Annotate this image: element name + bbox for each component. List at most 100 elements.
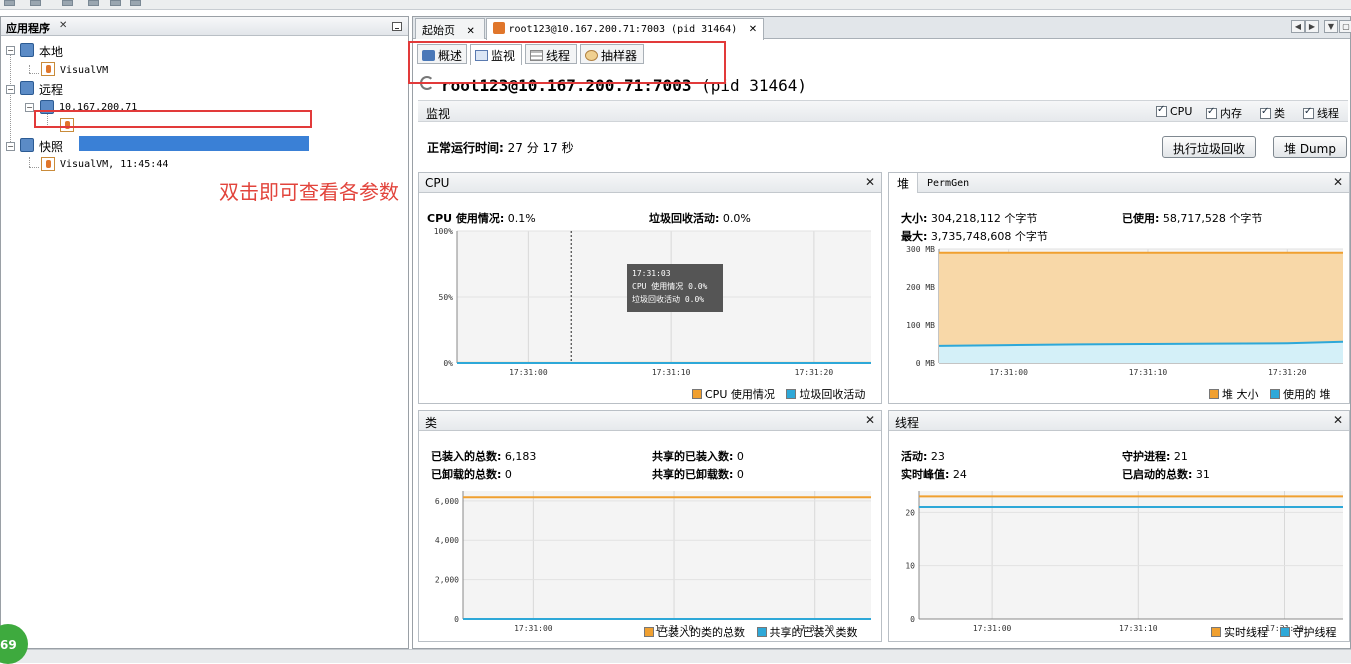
tree-item-local[interactable]: 本地 <box>39 43 63 60</box>
snapshot-icon[interactable] <box>130 0 141 6</box>
classes-checkbox[interactable]: 类 <box>1260 105 1285 121</box>
x-tick-label: 17:31:20 <box>1268 368 1307 377</box>
cpu-checkbox-label: CPU <box>1170 105 1192 118</box>
remote-hosts-icon <box>20 81 34 95</box>
cpu-usage-value: 0.1% <box>508 212 536 225</box>
open-icon[interactable] <box>4 0 15 6</box>
heap-max-value: 3,735,748,608 个字节 <box>931 230 1048 243</box>
legend-swatch <box>644 627 654 637</box>
tab-list-icon[interactable]: ▼ <box>1324 20 1338 33</box>
tab-remote-process-label: root123@10.167.200.71:7003 (pid 31464) <box>509 24 738 35</box>
checkbox-icon <box>1156 106 1167 117</box>
tab-start-page[interactable]: 起始页 ✕ <box>415 18 485 39</box>
cpu-panel-header: CPU ✕ <box>419 173 881 193</box>
heap-size-value: 304,218,112 个字节 <box>931 212 1037 225</box>
core-dump-icon[interactable] <box>110 0 121 6</box>
heap-max-label: 最大: <box>901 230 927 243</box>
threads-peak-stat: 实时峰值: 24 <box>901 466 967 482</box>
classes-unloaded-value: 0 <box>505 468 512 481</box>
x-tick-label: 17:31:00 <box>514 624 553 633</box>
applications-header: 应用程序 ✕ <box>1 17 408 36</box>
minimize-icon[interactable] <box>392 22 402 31</box>
classes-shared-loaded-value: 0 <box>737 450 744 463</box>
classes-checkbox-label: 类 <box>1274 107 1285 120</box>
threads-legend: 实时线程 守护线程 <box>1211 624 1337 640</box>
x-tick-label: 17:31:00 <box>973 624 1012 633</box>
heap-size-stat: 大小: 304,218,112 个字节 <box>901 210 1037 226</box>
y-tick-label: 20 <box>905 508 915 517</box>
save-icon[interactable] <box>30 0 41 6</box>
memory-checkbox[interactable]: 内存 <box>1206 105 1242 121</box>
y-tick-label: 6,000 <box>435 497 459 506</box>
collapse-snapshots-toggle[interactable]: − <box>6 142 15 151</box>
heap-size-label: 大小: <box>901 212 927 225</box>
cpu-panel-title: CPU <box>425 176 449 190</box>
close-icon[interactable]: ✕ <box>865 175 875 189</box>
tab-permgen[interactable]: PermGen <box>927 178 969 189</box>
heap-chart[interactable]: 17:31:0017:31:1017:31:20300 MB200 MB100 … <box>939 249 1343 363</box>
threads-daemon-value: 21 <box>1174 450 1188 463</box>
tree-item-snapshots[interactable]: 快照 <box>39 138 63 155</box>
classes-unloaded-stat: 已卸载的总数: 0 <box>431 466 512 482</box>
collapse-remote-toggle[interactable]: − <box>6 85 15 94</box>
legend-swatch <box>786 389 796 399</box>
add-host-icon[interactable] <box>62 0 73 6</box>
legend-daemon-threads: 守护线程 <box>1293 626 1337 639</box>
tab-heap[interactable]: 堆 <box>889 173 918 193</box>
threads-checkbox-label: 线程 <box>1317 107 1339 120</box>
heap-max-stat: 最大: 3,735,748,608 个字节 <box>901 228 1048 244</box>
legend-cpu: CPU 使用情况 <box>705 388 775 401</box>
close-icon[interactable]: ✕ <box>467 26 475 37</box>
collapse-host-toggle[interactable]: − <box>25 103 34 112</box>
x-tick-label: 17:31:10 <box>652 368 691 377</box>
threads-checkbox[interactable]: 线程 <box>1303 105 1339 121</box>
classes-chart[interactable]: 17:31:0017:31:1017:31:206,0004,0002,0000 <box>463 491 871 619</box>
classes-panel: 类 ✕ 已装入的总数: 6,183 共享的已装入数: 0 已卸载的总数: 0 共… <box>418 410 882 642</box>
uptime-label: 正常运行时间: <box>427 141 504 155</box>
close-icon[interactable]: ✕ <box>749 24 757 35</box>
threads-started-label: 已启动的总数: <box>1122 468 1192 481</box>
legend-heap-used: 使用的 堆 <box>1283 388 1331 401</box>
threads-live-value: 23 <box>931 450 945 463</box>
perform-gc-button[interactable]: 执行垃圾回收 <box>1162 136 1256 158</box>
tree-item-remote[interactable]: 远程 <box>39 81 63 98</box>
tree-item-visualvm[interactable]: VisualVM <box>60 65 108 76</box>
tooltip-gc: 垃圾回收活动 0.0% <box>632 293 718 306</box>
scroll-right-icon[interactable]: ▶ <box>1305 20 1319 33</box>
cpu-legend: CPU 使用情况 垃圾回收活动 <box>692 386 865 402</box>
close-icon[interactable]: ✕ <box>865 413 875 427</box>
threads-chart[interactable]: 17:31:0017:31:1017:31:2020100 <box>919 491 1343 619</box>
tree-item-snapshot[interactable]: VisualVM, 11:45:44 <box>60 159 168 170</box>
main-toolbar <box>0 0 1351 10</box>
y-tick-label: 0% <box>443 359 453 368</box>
close-icon[interactable]: ✕ <box>59 20 67 31</box>
status-bar <box>0 649 1351 663</box>
gc-activity-stat: 垃圾回收活动: 0.0% <box>649 210 751 226</box>
heap-legend: 堆 大小 使用的 堆 <box>1209 386 1331 402</box>
threads-started-stat: 已启动的总数: 31 <box>1122 466 1210 482</box>
y-tick-label: 200 MB <box>906 283 935 292</box>
y-tick-label: 100% <box>434 227 453 236</box>
maximize-icon[interactable]: ▢ <box>1339 20 1351 33</box>
tree-item-remote-process[interactable] <box>79 136 309 151</box>
annotation-text: 双击即可查看各参数 <box>219 176 399 205</box>
close-icon[interactable]: ✕ <box>1333 413 1343 427</box>
collapse-local-toggle[interactable]: − <box>6 46 15 55</box>
y-tick-label: 10 <box>905 562 915 571</box>
add-jmx-icon[interactable] <box>88 0 99 6</box>
legend-swatch <box>1209 389 1219 399</box>
tab-remote-process[interactable]: root123@10.167.200.71:7003 (pid 31464) ✕ <box>486 18 764 40</box>
close-icon[interactable]: ✕ <box>1333 175 1343 189</box>
legend-swatch <box>692 389 702 399</box>
threads-panel-header: 线程 ✕ <box>889 411 1349 431</box>
cpu-usage-label: CPU 使用情况: <box>427 212 504 225</box>
legend-live-threads: 实时线程 <box>1224 626 1268 639</box>
uptime-value: 27 分 17 秒 <box>508 141 574 155</box>
heap-used-label: 已使用: <box>1122 212 1159 225</box>
heap-dump-button[interactable]: 堆 Dump <box>1273 136 1347 158</box>
scroll-left-icon[interactable]: ◀ <box>1291 20 1305 33</box>
cpu-checkbox[interactable]: CPU <box>1156 105 1192 118</box>
x-tick-label: 17:31:20 <box>795 368 834 377</box>
x-tick-label: 17:31:10 <box>1119 624 1158 633</box>
x-tick-label: 17:31:10 <box>1129 368 1168 377</box>
